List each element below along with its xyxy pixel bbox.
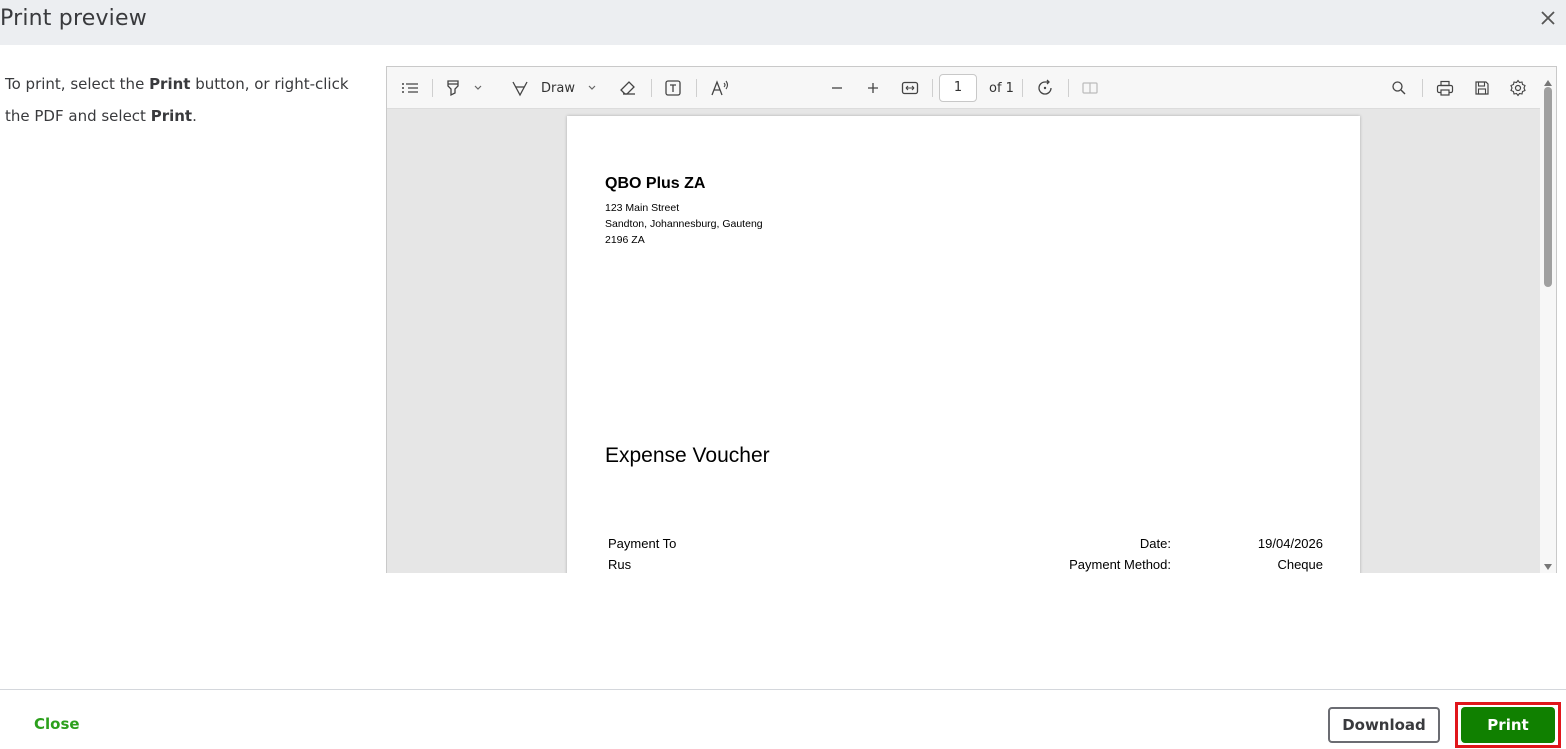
search-icon[interactable] — [1391, 78, 1407, 98]
toolbar-separator — [1068, 79, 1069, 97]
toolbar-separator — [1022, 79, 1023, 97]
address-line-1: 123 Main Street — [605, 202, 680, 214]
close-icon[interactable] — [1538, 8, 1558, 28]
scroll-down-icon[interactable] — [1544, 557, 1552, 573]
draw-button[interactable]: Draw — [541, 78, 575, 98]
text-box-icon[interactable] — [664, 78, 682, 98]
chevron-down-icon[interactable] — [473, 78, 483, 98]
dialog-title: Print preview — [0, 6, 147, 31]
page-view-icon[interactable] — [1081, 78, 1099, 98]
date-label: Date: — [1139, 536, 1171, 551]
instructions-text-3: . — [192, 107, 197, 125]
toolbar-separator — [932, 79, 933, 97]
eraser-icon[interactable] — [619, 78, 637, 98]
instructions-bold-2: Print — [150, 107, 193, 125]
address-line-3: 2196 ZA — [605, 234, 645, 246]
document-title: Expense Voucher — [605, 444, 770, 467]
download-button[interactable]: Download — [1328, 707, 1440, 743]
settings-icon[interactable] — [1509, 78, 1527, 98]
page-number-input[interactable]: 1 — [939, 74, 977, 102]
dialog-footer: Close Download Print — [0, 689, 1566, 749]
zoom-out-icon[interactable] — [830, 78, 844, 98]
print-instructions: To print, select the Print button, or ri… — [5, 68, 375, 132]
chevron-down-icon[interactable] — [587, 78, 597, 98]
toolbar-separator — [696, 79, 697, 97]
instructions-text-1: To print, select the — [5, 75, 150, 93]
close-button[interactable]: Close — [34, 715, 80, 733]
pdf-toolbar: Draw 1 of 1 — [387, 67, 1556, 109]
pdf-page: QBO Plus ZA 123 Main Street Sandton, Joh… — [567, 116, 1360, 573]
print-button[interactable]: Print — [1461, 707, 1555, 743]
pdf-viewer: Draw 1 of 1 QBO Plus ZA 123 Main Street … — [386, 66, 1557, 573]
toolbar-separator — [651, 79, 652, 97]
read-aloud-icon[interactable] — [710, 78, 730, 98]
draw-label: Draw — [541, 80, 575, 96]
pdf-scrollbar[interactable] — [1540, 67, 1556, 573]
fit-width-icon[interactable] — [901, 78, 919, 98]
print-icon[interactable] — [1436, 78, 1454, 98]
highlight-icon[interactable] — [444, 78, 462, 98]
zoom-in-icon[interactable] — [866, 78, 880, 98]
payment-method-value: Cheque — [1277, 557, 1323, 572]
address-line-2: Sandton, Johannesburg, Gauteng — [605, 218, 763, 230]
instructions-bold-1: Print — [149, 75, 191, 93]
save-icon[interactable] — [1474, 78, 1490, 98]
rotate-icon[interactable] — [1036, 78, 1054, 98]
dialog-header: Print preview — [0, 0, 1566, 45]
company-name: QBO Plus ZA — [605, 175, 706, 192]
toolbar-separator — [1422, 79, 1423, 97]
page-total: of 1 — [989, 80, 1014, 96]
date-value: 19/04/2026 — [1257, 536, 1323, 551]
scrollbar-thumb[interactable] — [1544, 87, 1552, 287]
pdf-document-area[interactable]: QBO Plus ZA 123 Main Street Sandton, Joh… — [387, 109, 1540, 573]
payment-to-label: Payment To — [608, 536, 677, 551]
contents-icon[interactable] — [401, 78, 419, 98]
toolbar-separator — [432, 79, 433, 97]
payment-to-value: Rus — [608, 557, 632, 572]
draw-icon[interactable] — [511, 78, 529, 98]
payment-method-label: Payment Method: — [1069, 557, 1171, 572]
